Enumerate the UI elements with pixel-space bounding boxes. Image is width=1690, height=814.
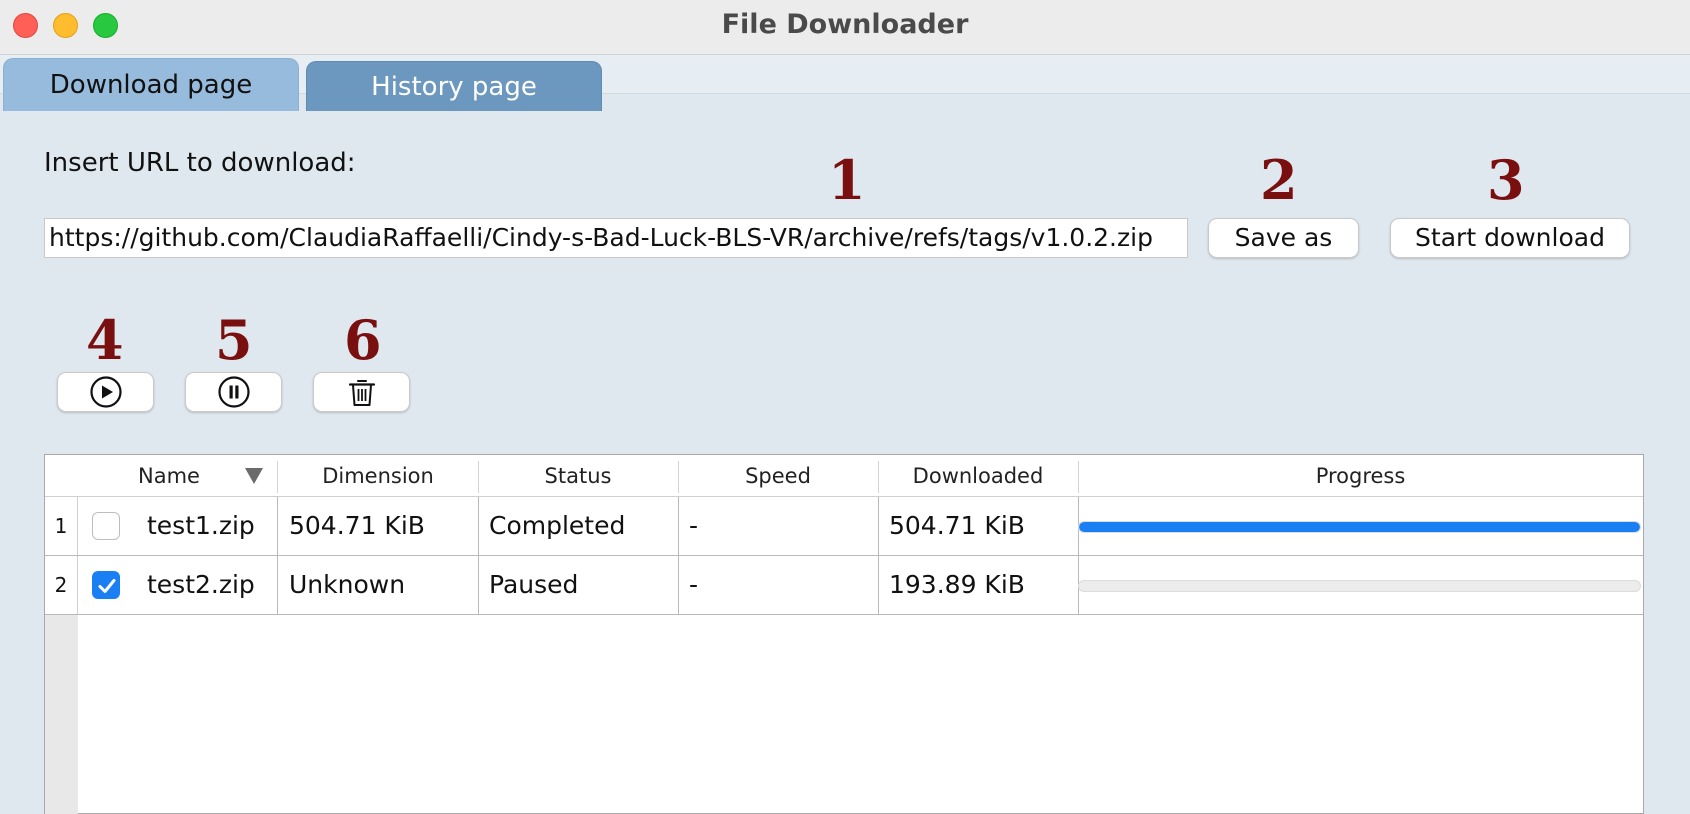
progress-bar <box>1078 580 1641 592</box>
annotation-number-1: 1 <box>828 148 866 212</box>
cell-dimension: Unknown <box>289 570 406 599</box>
cell-speed: - <box>689 511 699 540</box>
tab-download-page[interactable]: Download page <box>3 58 299 111</box>
save-as-button[interactable]: Save as <box>1208 218 1359 258</box>
cell-speed: - <box>689 570 699 599</box>
cell-status: Completed <box>489 511 626 540</box>
delete-download-button[interactable] <box>313 372 410 412</box>
cell-downloaded: 193.89 KiB <box>889 570 1025 599</box>
checkmark-icon <box>98 579 116 593</box>
table-row[interactable]: 2 test2.zip Unknown Paused - 193.89 KiB <box>45 556 1643 615</box>
table-header: Name Dimension Status Speed Downloaded P… <box>45 455 1643 497</box>
column-header-downloaded[interactable]: Downloaded <box>878 455 1078 497</box>
row-number: 1 <box>45 497 78 555</box>
downloads-table: Name Dimension Status Speed Downloaded P… <box>44 454 1644 814</box>
annotation-number-3: 3 <box>1487 148 1525 212</box>
column-header-progress[interactable]: Progress <box>1078 455 1643 497</box>
sort-descending-icon[interactable] <box>245 468 263 484</box>
row-number: 2 <box>45 556 78 614</box>
cell-name: test1.zip <box>147 511 255 540</box>
start-download-button[interactable]: Start download <box>1390 218 1630 258</box>
window-title: File Downloader <box>721 9 969 40</box>
column-header-status[interactable]: Status <box>478 455 678 497</box>
annotation-number-6: 6 <box>344 308 382 372</box>
pause-circle-icon <box>217 376 250 408</box>
annotation-number-4: 4 <box>86 308 124 372</box>
resume-download-button[interactable] <box>57 372 154 412</box>
table-row[interactable]: 1 test1.zip 504.71 KiB Completed - 504.7… <box>45 497 1643 556</box>
cell-dimension: 504.71 KiB <box>289 511 425 540</box>
row-checkbox[interactable] <box>92 571 120 599</box>
pause-download-button[interactable] <box>185 372 282 412</box>
cell-downloaded: 504.71 KiB <box>889 511 1025 540</box>
cell-name: test2.zip <box>147 570 255 599</box>
play-circle-icon <box>89 376 122 408</box>
tab-history-page[interactable]: History page <box>306 61 602 111</box>
annotation-number-2: 2 <box>1260 148 1298 212</box>
title-bar: File Downloader <box>0 0 1690 55</box>
cell-status: Paused <box>489 570 579 599</box>
column-header-name[interactable]: Name <box>78 455 260 497</box>
annotation-number-5: 5 <box>215 308 253 372</box>
url-input[interactable]: https://github.com/ClaudiaRaffaelli/Cind… <box>44 218 1188 258</box>
progress-fill <box>1079 522 1640 532</box>
progress-bar <box>1078 521 1641 533</box>
row-checkbox[interactable] <box>92 512 120 540</box>
column-header-dimension[interactable]: Dimension <box>278 455 478 497</box>
trash-icon <box>348 380 375 406</box>
column-header-speed[interactable]: Speed <box>678 455 878 497</box>
url-label: Insert URL to download: <box>44 148 356 178</box>
